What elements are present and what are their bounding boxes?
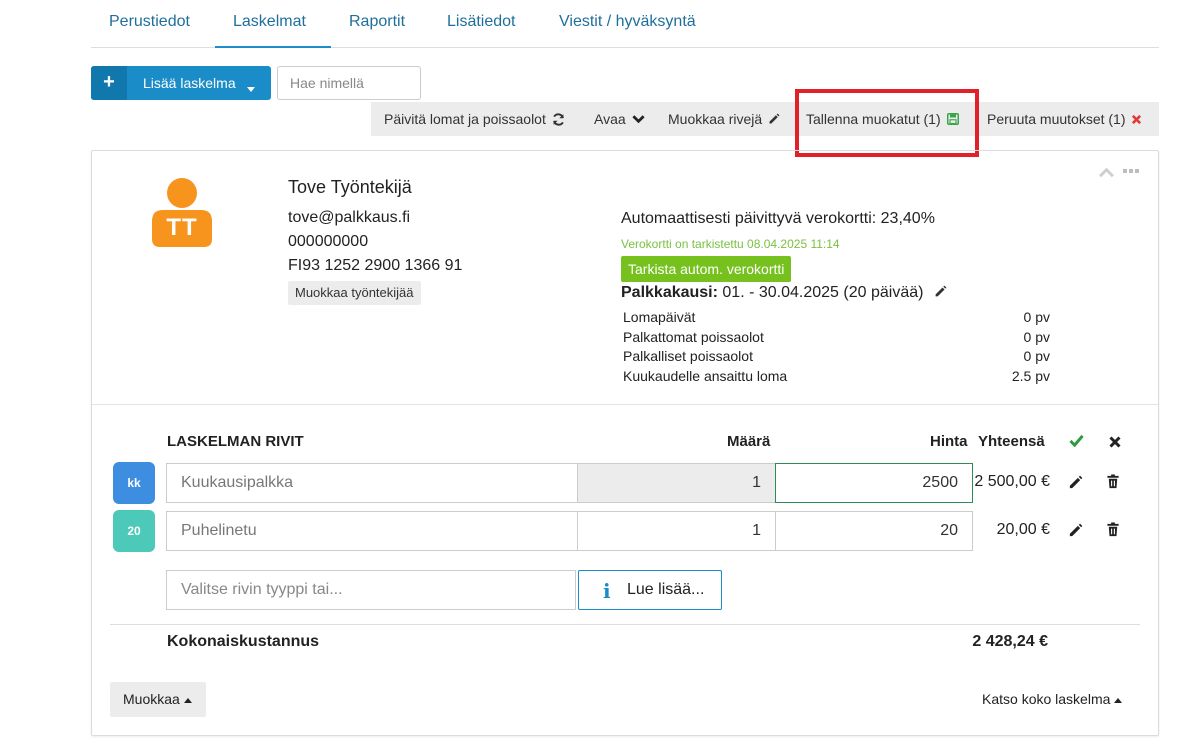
edit-employee-button[interactable]: Muokkaa työntekijää [288, 281, 421, 305]
row-price-field[interactable]: 2500 [775, 463, 973, 503]
info-icon: i [603, 579, 611, 603]
discard-x-icon[interactable] [1109, 435, 1121, 451]
pencil-icon[interactable] [934, 285, 947, 298]
trash-icon[interactable] [1106, 474, 1122, 490]
stat-label: Kuukaudelle ansaittu loma [623, 368, 788, 384]
cancel-changes-button[interactable]: Peruuta muutokset (1) [987, 111, 1142, 127]
plus-icon: + [91, 66, 127, 100]
refresh-absences-button[interactable]: Päivitä lomat ja poissaolot [384, 111, 565, 127]
add-calculation-label: Lisää laskelma [143, 75, 236, 91]
section-divider [92, 404, 1158, 405]
open-menu-button[interactable]: Avaa [594, 111, 645, 127]
row-name-field[interactable]: Puhelinetu [166, 511, 578, 551]
pencil-icon [769, 113, 780, 124]
refresh-absences-label: Päivitä lomat ja poissaolot [384, 111, 546, 127]
read-more-button[interactable]: i Lue lisää... [578, 570, 722, 610]
save-changes-button[interactable]: Tallenna muokatut (1) [806, 111, 959, 127]
row-type-badge: kk [113, 462, 155, 504]
total-cost-label: Kokonaiskustannus [167, 633, 320, 650]
edit-dropdown-label: Muokkaa [123, 691, 180, 707]
stat-label: Palkalliset poissaolot [623, 348, 753, 364]
tax-card-checked-text: Verokortti on tarkistettu 08.04.2025 11:… [621, 237, 840, 251]
rows-heading: LASKELMAN RIVIT [167, 433, 304, 450]
tab-raportit[interactable]: Raportit [349, 13, 405, 31]
avatar-initials: TT [166, 214, 198, 241]
row-type-input[interactable] [166, 570, 576, 610]
pencil-icon[interactable] [1068, 475, 1084, 491]
row-type-badge: 20 [113, 510, 155, 552]
summary-divider [110, 624, 1140, 625]
pencil-icon[interactable] [1068, 523, 1084, 539]
tab-perustiedot[interactable]: Perustiedot [109, 13, 190, 31]
view-full-calculation-label: Katso koko laskelma [982, 691, 1111, 707]
edit-rows-button[interactable]: Muokkaa rivejä [668, 111, 780, 127]
cancel-changes-label: Peruuta muutokset (1) [987, 111, 1126, 127]
employee-name: Tove Työntekijä [288, 177, 412, 197]
tab-lisatiedot[interactable]: Lisätiedot [447, 13, 516, 31]
stat-value: 0 pv [1023, 309, 1050, 325]
chevron-down-icon [631, 115, 645, 124]
close-icon [1132, 114, 1142, 125]
view-full-calculation-link[interactable]: Katso koko laskelma [982, 691, 1123, 707]
search-input[interactable] [277, 66, 421, 100]
tab-viestit[interactable]: Viestit / hyväksyntä [559, 13, 696, 31]
tax-card-title: Automaattisesti päivittyvä verokortti: 2… [621, 210, 935, 227]
tab-bar: Perustiedot Laskelmat Raportit Lisätiedo… [91, 0, 1159, 48]
edit-dropdown-button[interactable]: Muokkaa [110, 682, 206, 717]
more-options-icon[interactable] [1123, 161, 1139, 179]
row-total: 2 500,00 € [974, 473, 1050, 490]
trash-icon[interactable] [1106, 522, 1122, 538]
price-header: Hinta [930, 433, 968, 450]
refresh-icon [552, 113, 564, 126]
confirm-check-icon[interactable] [1069, 434, 1084, 450]
open-menu-label: Avaa [594, 111, 626, 127]
save-changes-label: Tallenna muokatut (1) [806, 111, 941, 127]
qty-header: Määrä [727, 433, 771, 450]
tab-laskelmat[interactable]: Laskelmat [233, 13, 306, 31]
read-more-label: Lue lisää... [627, 581, 705, 598]
stat-value: 0 pv [1023, 348, 1050, 364]
employee-avatar: TT [152, 177, 212, 249]
row-qty-field[interactable]: 1 [577, 511, 776, 551]
row-name-field[interactable]: Kuukausipalkka [166, 463, 578, 503]
stat-value: 0 pv [1023, 329, 1050, 345]
caret-down-icon [247, 80, 255, 96]
employee-id: 000000000 [288, 233, 369, 250]
stat-value: 2.5 pv [1011, 368, 1050, 384]
row-price-field[interactable]: 20 [775, 511, 973, 551]
active-tab-indicator [215, 46, 331, 48]
total-cost-value: 2 428,24 € [972, 633, 1048, 650]
caret-up-icon [183, 697, 192, 703]
row-qty-field: 1 [577, 463, 776, 503]
caret-up-icon [1114, 697, 1123, 703]
stat-label: Palkattomat poissaolot [623, 329, 764, 345]
edit-rows-label: Muokkaa rivejä [668, 111, 763, 127]
chevron-up-icon[interactable] [1098, 165, 1115, 181]
pay-period-value: 01. - 30.04.2025 (20 päivää) [722, 284, 924, 301]
stat-label: Lomapäivät [623, 309, 696, 325]
row-total: 20,00 € [996, 521, 1050, 538]
calculation-toolbar: Päivitä lomat ja poissaolot Avaa Muokkaa… [371, 102, 1159, 136]
add-calculation-button[interactable]: + Lisää laskelma [91, 66, 271, 100]
calculation-card: TT Tove Työntekijä tove@palkkaus.fi 0000… [91, 150, 1159, 736]
total-header: Yhteensä [978, 433, 1045, 450]
employee-email: tove@palkkaus.fi [288, 209, 411, 226]
save-icon [946, 113, 959, 125]
check-tax-card-button[interactable]: Tarkista autom. verokortti [621, 256, 792, 282]
employee-iban: FI93 1252 2900 1366 91 [288, 257, 463, 274]
pay-period: Palkkakausi: 01. - 30.04.2025 (20 päivää… [621, 284, 947, 302]
pay-period-label: Palkkakausi: [621, 284, 718, 301]
